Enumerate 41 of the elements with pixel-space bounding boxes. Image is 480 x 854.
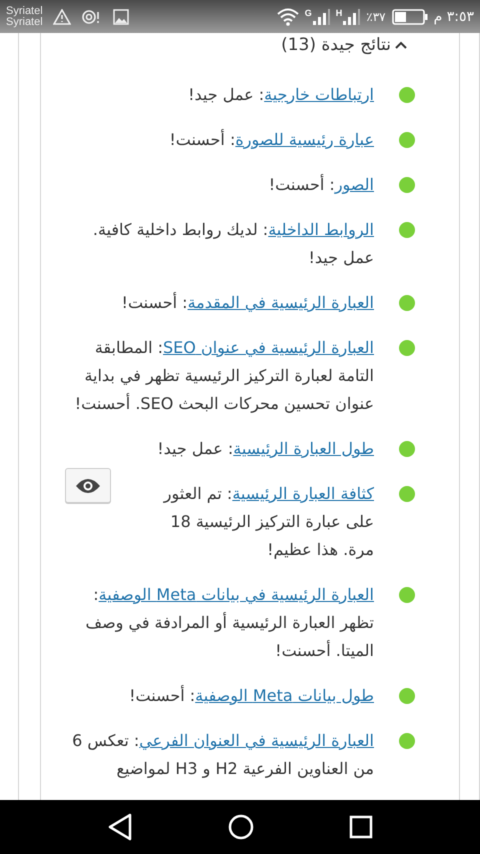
result-link[interactable]: طول بيانات Meta الوصفية bbox=[195, 686, 374, 705]
clock-time: ٣:٥٣ م bbox=[434, 8, 474, 24]
battery-percent: ٪٣٧ bbox=[366, 10, 386, 24]
result-link[interactable]: العبارة الرئيسية في العنوان الفرعي bbox=[139, 731, 374, 750]
network-label: H bbox=[336, 8, 342, 18]
result-link[interactable]: العبارة الرئيسية في عنوان SEO bbox=[163, 338, 374, 357]
result-text: طول العبارة الرئيسية: عمل جيد! bbox=[156, 438, 374, 460]
result-link[interactable]: العبارة الرئيسية في بيانات Meta الوصفية bbox=[98, 585, 374, 604]
result-text: العبارة الرئيسية في المقدمة: أحسنت! bbox=[120, 291, 374, 314]
result-text: عبارة رئيسية للصورة: أحسنت! bbox=[168, 128, 374, 151]
section-toggle[interactable]: نتائج جيدة (13) bbox=[281, 35, 407, 55]
recents-icon[interactable] bbox=[348, 815, 373, 839]
caret-icon bbox=[395, 41, 407, 49]
result-link[interactable]: طول العبارة الرئيسية bbox=[233, 439, 374, 458]
carrier-name: Syriatel bbox=[6, 16, 43, 28]
preview-button[interactable] bbox=[65, 468, 111, 503]
battery-icon bbox=[392, 8, 428, 24]
back-icon[interactable] bbox=[107, 813, 134, 841]
result-text: ارتباطات خارجية: عمل جيد! bbox=[187, 84, 374, 106]
wifi-icon bbox=[276, 8, 299, 26]
result-link[interactable]: العبارة الرئيسية في المقدمة bbox=[188, 293, 374, 312]
result-text: طول بيانات Meta الوصفية: أحسنت! bbox=[128, 684, 374, 707]
carrier-name: Syriatel bbox=[6, 6, 43, 16]
result-text: العبارة الرئيسية في بيانات Meta الوصفية: تظهر العبارة الرئيسية أو المرادفة في وصف الميتا. أحسنت! bbox=[84, 584, 374, 662]
result-link[interactable]: ارتباطات خارجية bbox=[264, 85, 374, 104]
eye-icon bbox=[75, 478, 101, 494]
result-link[interactable]: كثافة العبارة الرئيسية bbox=[232, 484, 374, 503]
home-icon[interactable] bbox=[228, 814, 254, 840]
result-link[interactable]: عبارة رئيسية للصورة bbox=[235, 130, 374, 149]
image-icon bbox=[112, 8, 129, 24]
network-label: G bbox=[304, 8, 312, 18]
result-text: العبارة الرئيسية في عنوان SEO: المطابقة التامة لعبارة التركيز الرئيسية تظهر في بداية عنوان تحسين محركات البحث SEO. أحسنت! bbox=[74, 337, 374, 415]
warning-icon bbox=[52, 8, 71, 24]
result-text: الصور: أحسنت! bbox=[268, 173, 374, 196]
signal-icon bbox=[342, 8, 360, 24]
result-text: كثافة العبارة الرئيسية: تم العثور على عبارة التركيز الرئيسية 18 مرة. هذا عظيم! bbox=[162, 483, 374, 561]
result-link[interactable]: الروابط الداخلية bbox=[268, 220, 374, 239]
result-link[interactable]: الصور bbox=[334, 175, 374, 194]
signal-icon bbox=[312, 8, 330, 24]
result-text: الروابط الداخلية: لديك روابط داخلية كافية. عمل جيد! bbox=[92, 219, 374, 269]
result-text: العبارة الرئيسية في العنوان الفرعي: تعكس 6 من العناوين الفرعية H2 و H3 لمواضيع bbox=[71, 730, 374, 780]
